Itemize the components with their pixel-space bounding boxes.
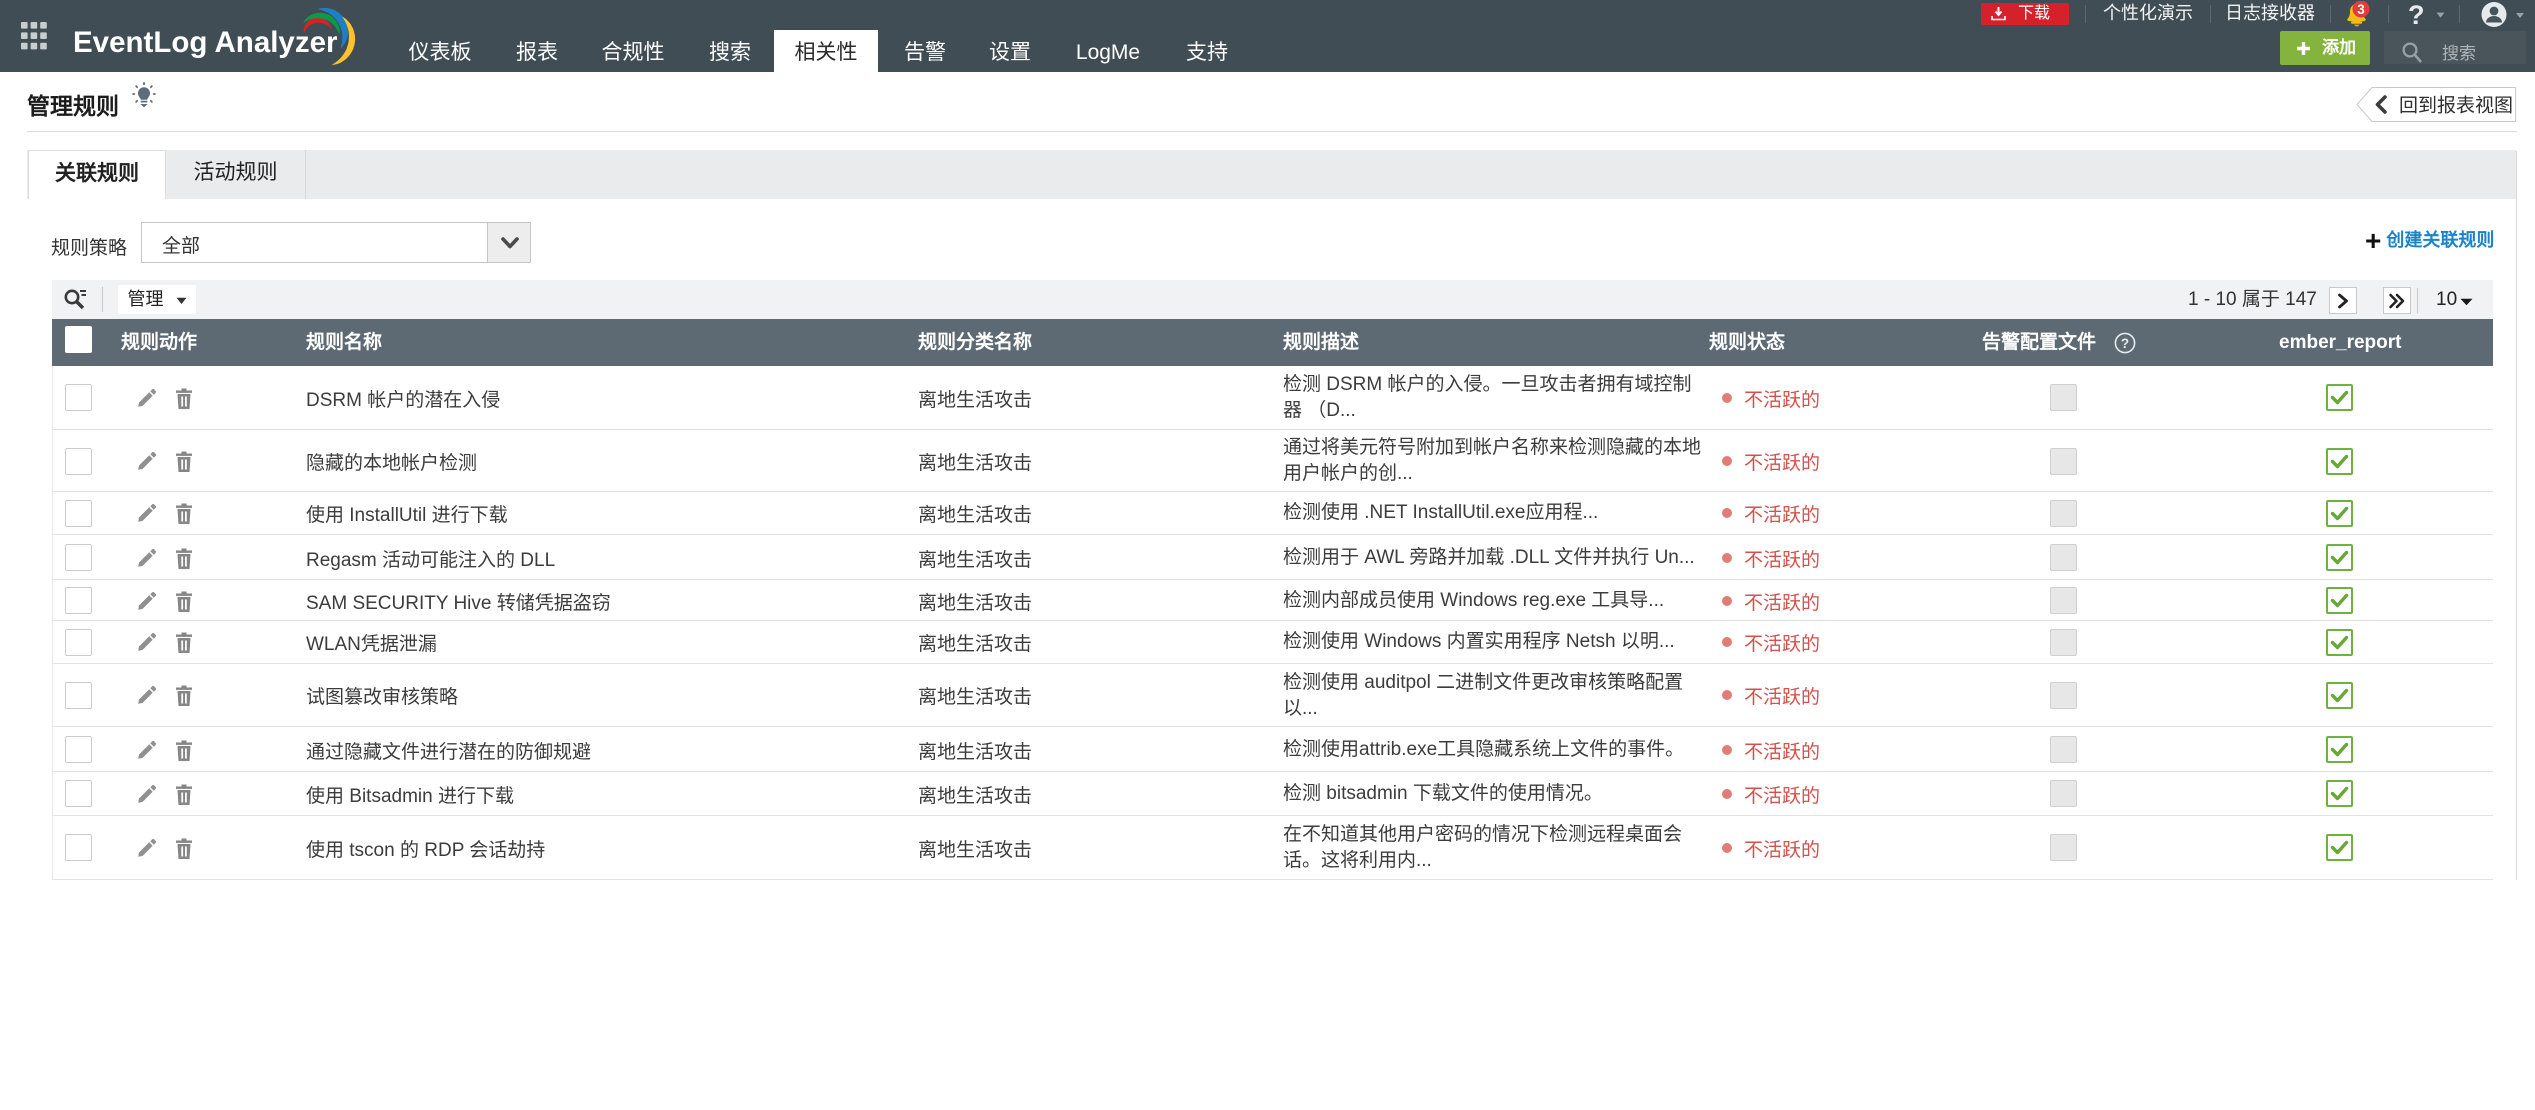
svg-text:?: ? (2121, 336, 2129, 351)
svg-text:3: 3 (2357, 2, 2365, 17)
svg-text:回到报表视图: 回到报表视图 (2399, 95, 2513, 117)
